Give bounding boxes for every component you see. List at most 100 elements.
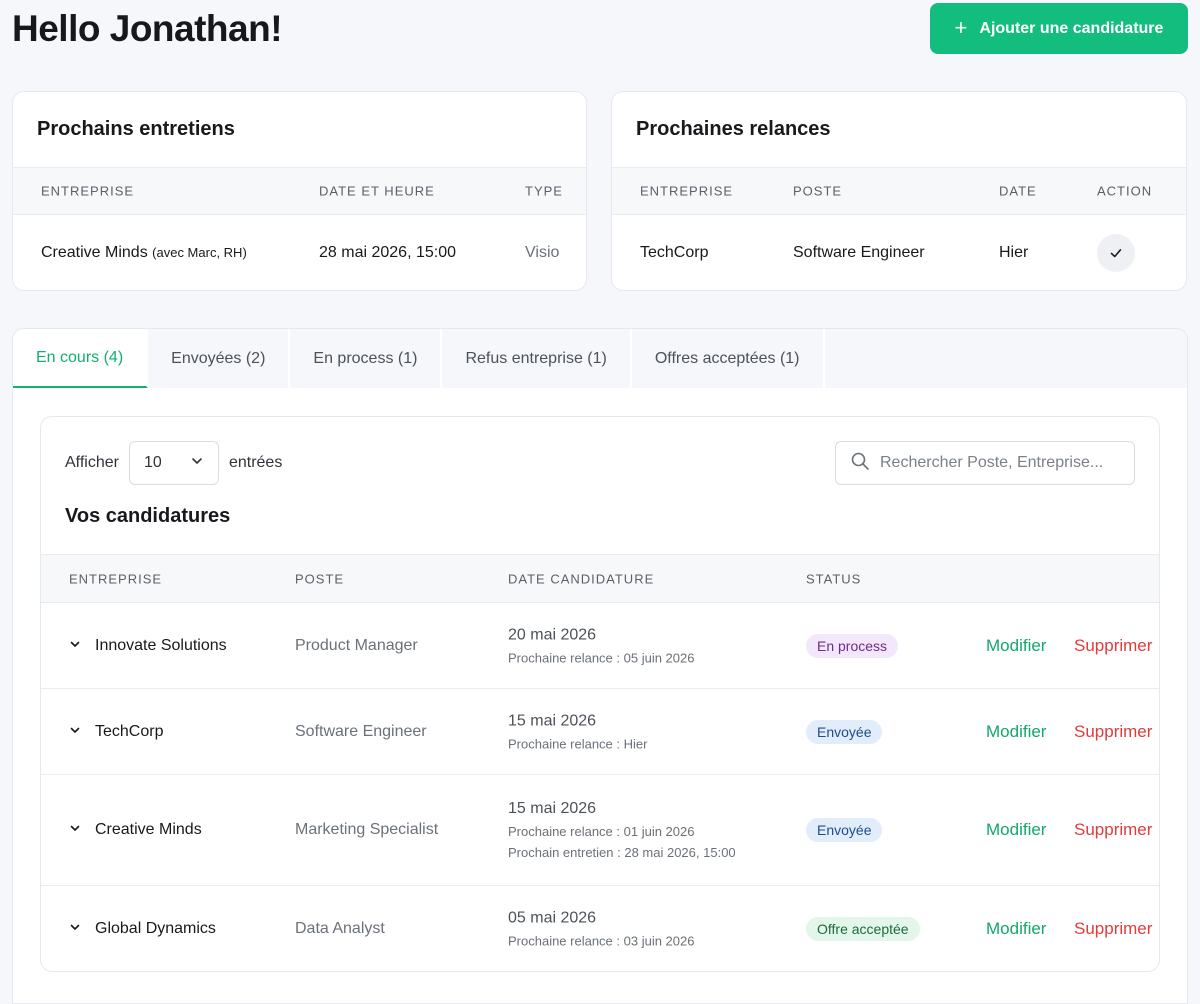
row-dates: 15 mai 2026 Prochaine relance : Hier: [508, 712, 647, 751]
row-application-date: 15 mai 2026: [508, 800, 597, 817]
tab-offres-acceptees[interactable]: Offres acceptées (1): [631, 329, 825, 388]
tab-refus-entreprise[interactable]: Refus entreprise (1): [442, 329, 632, 388]
delete-button[interactable]: Supprimer: [1074, 919, 1152, 939]
row-expand-toggle[interactable]: Global Dynamics: [69, 920, 216, 938]
col-poste: POSTE: [793, 183, 843, 199]
row-company: TechCorp: [95, 722, 164, 740]
col-type: TYPE: [525, 183, 563, 199]
status-badge: Envoyée: [806, 818, 883, 842]
interview-datetime: 28 mai 2026, 15:00: [319, 243, 456, 261]
status-badge: Envoyée: [806, 719, 883, 744]
interview-company: Creative Minds (avec Marc, RH): [41, 243, 247, 261]
entries-label: entrées: [228, 454, 283, 471]
followups-table-header: ENTREPRISE POSTE DATE ACTION: [612, 168, 1186, 215]
tab-en-process[interactable]: En process (1): [290, 329, 443, 388]
table-row: Global Dynamics Data Analyst 05 mai 2026…: [41, 886, 1159, 971]
col-entreprise: ENTREPRISE: [41, 183, 135, 199]
applications-table-card: Afficher 10 entrées Vos candidatures ENT…: [40, 416, 1160, 972]
table-row: Creative Minds Marketing Specialist 15 m…: [41, 775, 1159, 886]
row-expand-toggle[interactable]: Innovate Solutions: [69, 637, 227, 655]
col-date-candidature: DATE CANDIDATURE: [508, 571, 655, 586]
chevron-down-icon: [69, 920, 83, 938]
row-status: Offre acceptée: [806, 917, 920, 941]
row-expand-toggle[interactable]: TechCorp: [69, 723, 163, 741]
add-application-label: Ajouter une candidature: [979, 19, 1164, 37]
applications-table-header: ENTREPRISE POSTE DATE CANDIDATURE STATUS: [41, 554, 1159, 603]
upcoming-followups-title: Prochaines relances: [612, 92, 1186, 168]
check-icon: [1097, 233, 1135, 272]
row-next-interview: Prochain entretien : 28 mai 2026, 15:00: [508, 845, 736, 860]
followup-date: Hier: [999, 243, 1029, 261]
delete-button[interactable]: Supprimer: [1074, 636, 1152, 656]
delete-button[interactable]: Supprimer: [1074, 722, 1152, 742]
edit-button[interactable]: Modifier: [986, 722, 1046, 742]
interview-type: Visio: [525, 243, 560, 261]
status-badge: En process: [806, 633, 899, 658]
greeting-title: Hello Jonathan!: [12, 8, 283, 49]
col-date-heure: DATE ET HEURE: [319, 183, 435, 199]
col-status: STATUS: [806, 571, 862, 586]
chevron-down-icon: [190, 454, 204, 473]
col-entreprise: ENTREPRISE: [69, 571, 163, 586]
col-date: DATE: [999, 183, 1037, 199]
row-status: Envoyée: [806, 719, 883, 744]
row-status: Envoyée: [806, 818, 883, 842]
col-action: ACTION: [1097, 183, 1153, 199]
row-application-date: 05 mai 2026: [508, 909, 597, 927]
row-dates: 05 mai 2026 Prochaine relance : 03 juin …: [508, 910, 694, 949]
row-dates: 15 mai 2026 Prochaine relance : 01 juin …: [508, 800, 736, 860]
row-next-followup: Prochaine relance : 05 juin 2026: [508, 650, 695, 665]
tab-en-cours[interactable]: En cours (4): [13, 329, 149, 388]
plus-icon: +: [954, 14, 968, 40]
tab-envoyees[interactable]: Envoyées (2): [148, 329, 291, 388]
page-header: Hello Jonathan! + Ajouter une candidatur…: [12, 0, 1188, 60]
row-next-followup: Prochaine relance : 03 juin 2026: [508, 933, 695, 949]
row-application-date: 15 mai 2026: [508, 712, 597, 729]
col-poste: POSTE: [295, 571, 345, 586]
followup-company: TechCorp: [640, 243, 709, 261]
row-next-followup: Prochaine relance : Hier: [508, 736, 648, 751]
status-tabs: En cours (4) Envoyées (2) En process (1)…: [13, 329, 1187, 388]
applications-title: Vos candidatures: [65, 505, 231, 527]
row-position: Product Manager: [295, 636, 418, 654]
followup-position: Software Engineer: [793, 243, 925, 261]
show-label: Afficher: [65, 454, 119, 471]
row-expand-toggle[interactable]: Creative Minds: [69, 821, 202, 839]
col-entreprise: ENTREPRISE: [640, 183, 734, 199]
upcoming-interviews-card: Prochains entretiens ENTREPRISE DATE ET …: [12, 91, 587, 291]
chevron-down-icon: [69, 637, 83, 655]
interviews-table-header: ENTREPRISE DATE ET HEURE TYPE: [13, 168, 586, 215]
page-size-control: Afficher 10 entrées: [65, 441, 282, 485]
row-position: Software Engineer: [295, 722, 427, 740]
row-status: En process: [806, 633, 899, 658]
delete-button[interactable]: Supprimer: [1074, 820, 1152, 840]
edit-button[interactable]: Modifier: [986, 919, 1046, 939]
status-badge: Offre acceptée: [806, 917, 920, 941]
chevron-down-icon: [69, 821, 83, 839]
search-icon: [850, 451, 870, 476]
row-next-followup: Prochaine relance : 01 juin 2026: [508, 824, 695, 839]
row-company: Innovate Solutions: [95, 636, 227, 654]
followup-row: TechCorp Software Engineer Hier: [612, 215, 1186, 290]
edit-button[interactable]: Modifier: [986, 820, 1046, 840]
applications-panel: En cours (4) Envoyées (2) En process (1)…: [12, 328, 1188, 1004]
search-box[interactable]: [835, 441, 1135, 485]
edit-button[interactable]: Modifier: [986, 636, 1046, 656]
interview-row[interactable]: Creative Minds (avec Marc, RH) 28 mai 20…: [13, 215, 586, 290]
page-size-value: 10: [143, 454, 162, 471]
table-row: TechCorp Software Engineer 15 mai 2026 P…: [41, 689, 1159, 775]
search-input[interactable]: [880, 454, 1120, 472]
row-position: Marketing Specialist: [295, 821, 439, 838]
row-application-date: 20 mai 2026: [508, 626, 597, 643]
row-company: Global Dynamics: [95, 920, 216, 937]
row-position: Data Analyst: [295, 920, 385, 937]
upcoming-followups-card: Prochaines relances ENTREPRISE POSTE DAT…: [611, 91, 1187, 291]
page-size-select[interactable]: 10: [128, 441, 219, 485]
row-company: Creative Minds: [95, 821, 202, 838]
table-row: Innovate Solutions Product Manager 20 ma…: [41, 603, 1159, 689]
add-application-button[interactable]: + Ajouter une candidature: [930, 3, 1188, 54]
row-dates: 20 mai 2026 Prochaine relance : 05 juin …: [508, 626, 694, 665]
chevron-down-icon: [69, 723, 83, 741]
interview-note: (avec Marc, RH): [152, 244, 247, 260]
upcoming-interviews-title: Prochains entretiens: [13, 92, 586, 168]
